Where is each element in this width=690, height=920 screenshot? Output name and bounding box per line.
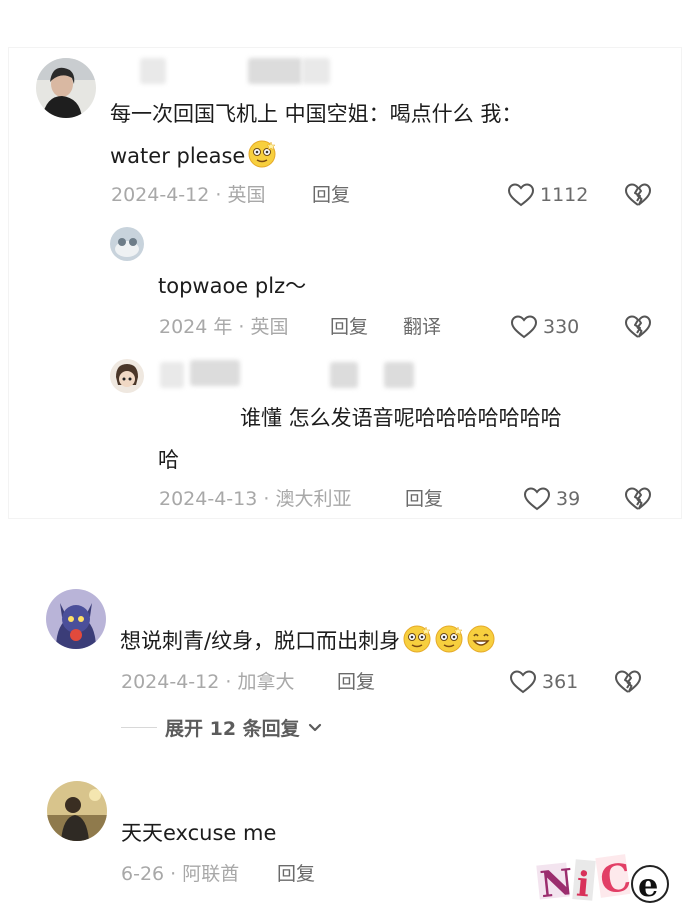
username-blur [160,362,184,388]
username-blur [190,360,240,386]
chevron-down-icon [308,723,321,731]
comment-meta: 2024-4-12 · 英国 [111,184,266,206]
like-count: 39 [556,488,581,510]
heart-icon [507,183,535,207]
avatar[interactable] [110,227,144,261]
comment-text: water please [110,134,277,178]
comment-text: 想说刺青/纹身，脱口而出刺身 [120,619,496,663]
broken-heart-icon[interactable] [624,486,652,512]
like-count: 361 [542,671,579,693]
svg-text:N: N [538,861,575,906]
reply-button[interactable]: 回复 [312,183,350,207]
reply-button[interactable]: 回复 [405,487,443,511]
comment-meta: 2024 年 · 英国 [159,316,289,338]
comment-meta: 2024-4-13 · 澳大利亚 [159,488,352,510]
svg-text:e: e [638,866,658,904]
reply-button[interactable]: 回复 [337,670,375,694]
heart-icon [510,315,538,339]
avatar[interactable] [110,359,144,393]
avatar[interactable] [47,781,107,841]
username-blur [384,362,414,388]
heart-icon [509,670,537,694]
dizzy-face-emoji-icon [403,625,431,653]
broken-heart-icon[interactable] [614,669,642,695]
reply-button[interactable]: 回复 [277,862,315,886]
reply-text: 谁懂 怎么发语音呢哈哈哈哈哈哈哈 [240,406,562,430]
username-blur [330,362,358,388]
like-button[interactable]: 361 [509,669,578,695]
comment-meta: 2024-4-12 · 加拿大 [121,671,295,693]
username-blur [140,58,166,84]
broken-heart-icon[interactable] [624,314,652,340]
dizzy-face-emoji-icon [435,625,463,653]
expand-replies-button[interactable]: 展开 12 条回复 [121,714,322,741]
avatar[interactable] [36,58,96,118]
like-button[interactable]: 330 [510,314,579,340]
nice-watermark-logo: N i C e [536,854,669,906]
translate-button[interactable]: 翻译 [403,315,441,339]
avatar[interactable] [46,589,106,649]
divider [121,727,157,728]
like-button[interactable]: 39 [523,486,580,512]
expand-replies-label: 展开 12 条回复 [165,718,300,740]
like-count: 1112 [540,184,589,206]
broken-heart-icon[interactable] [624,182,652,208]
dizzy-face-emoji-icon [248,140,276,168]
like-button[interactable]: 1112 [507,182,588,208]
heart-icon [523,487,551,511]
username-blur [302,58,330,84]
like-count: 330 [543,316,580,338]
grinning-face-emoji-icon [467,625,495,653]
reply-button[interactable]: 回复 [330,315,368,339]
comment-text: 天天excuse me [121,821,277,845]
username-blur [248,58,302,84]
comment-text: 每一次回国飞机上 中国空姐：喝点什么 我： [110,102,523,126]
svg-text:C: C [597,854,633,903]
comment-meta: 6-26 · 阿联酋 [121,863,240,885]
reply-text: topwaoe plz～ [158,274,307,298]
reply-text: 哈 [158,448,179,472]
